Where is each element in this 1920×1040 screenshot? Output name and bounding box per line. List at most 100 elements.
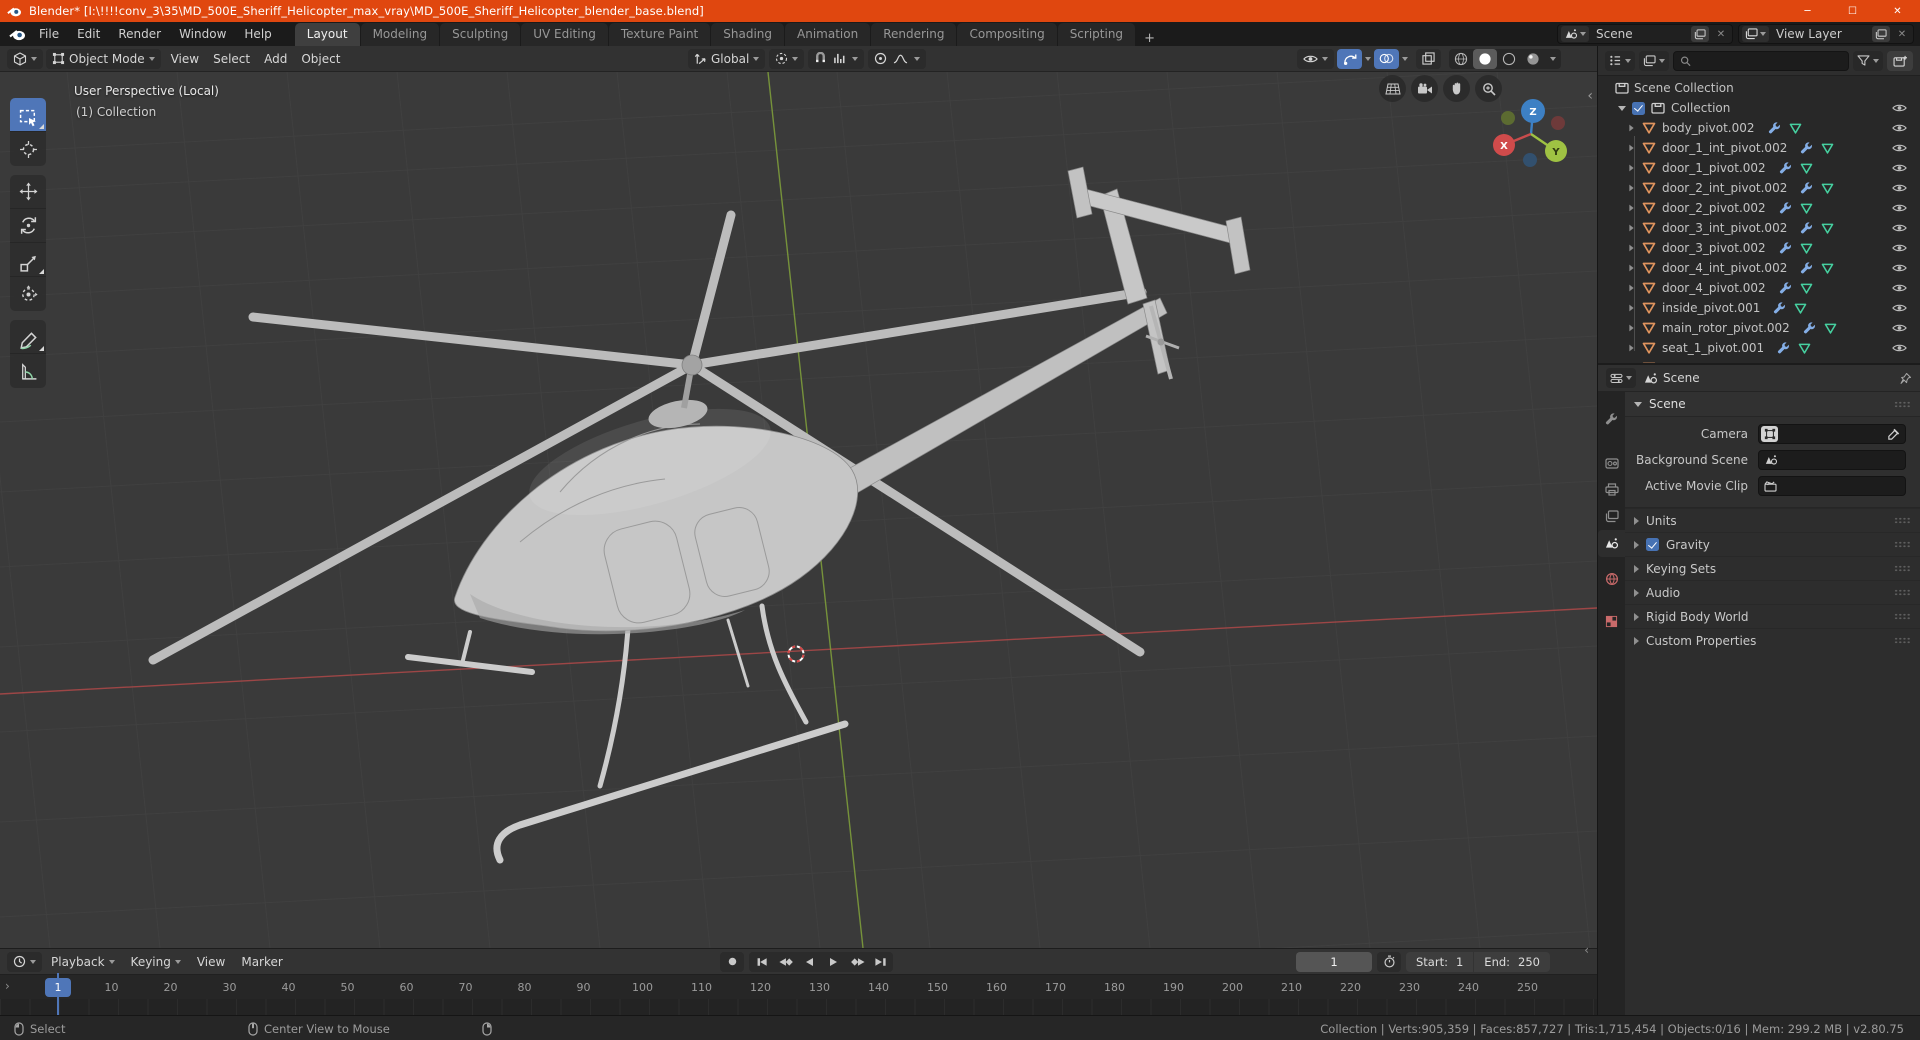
outliner-object-row[interactable]: main_rotor_pivot.002 (1598, 318, 1920, 338)
workspace-tab[interactable]: Shading (711, 23, 784, 46)
expand-triangle-icon[interactable] (1629, 144, 1634, 152)
hide-eye-icon[interactable] (1892, 163, 1907, 173)
rigid-body-world-panel-header[interactable]: Rigid Body World (1625, 604, 1920, 628)
chevron-down-icon[interactable] (852, 56, 859, 61)
current-frame-field[interactable]: 1 (1296, 951, 1372, 972)
hide-eye-icon[interactable] (1892, 183, 1907, 193)
panel-drag-grip[interactable] (1894, 400, 1911, 408)
viewport-menu-item[interactable]: Add (257, 52, 294, 66)
marker-menu[interactable]: Marker (234, 955, 289, 969)
gizmos-toggle[interactable] (1337, 48, 1362, 69)
editor-type-button[interactable] (7, 48, 43, 69)
mesh-data-icon[interactable] (1789, 123, 1802, 134)
gizmos-dropdown-chevron[interactable] (1365, 56, 1371, 61)
view-layer-icon-chip[interactable] (1742, 26, 1769, 42)
gravity-panel-header[interactable]: Gravity (1625, 532, 1920, 556)
measure-tool[interactable] (10, 354, 46, 388)
hide-eye-icon[interactable] (1892, 103, 1907, 113)
tab-world[interactable] (1598, 565, 1625, 592)
object-name[interactable]: door_3_int_pivot.002 (1658, 221, 1792, 235)
expand-triangle-icon[interactable] (1629, 264, 1634, 272)
outliner-filter-button[interactable] (1853, 50, 1883, 71)
mesh-data-icon[interactable] (1821, 143, 1834, 154)
move-tool[interactable] (10, 175, 46, 209)
camera-view-button[interactable] (1411, 75, 1438, 102)
view-layer-name[interactable]: View Layer (1773, 27, 1868, 41)
keying-menu[interactable]: Keying (124, 955, 188, 969)
modifier-wrench-icon[interactable] (1773, 302, 1786, 315)
new-view-layer-button[interactable] (1872, 26, 1890, 42)
unlink-scene-button[interactable]: ✕ (1713, 26, 1729, 42)
expand-triangle-icon[interactable] (1629, 324, 1634, 332)
ruler-expand-arrow[interactable]: › (5, 979, 10, 993)
tab-output[interactable] (1598, 476, 1625, 503)
panel-drag-grip[interactable] (1894, 589, 1911, 596)
camera-input[interactable] (1758, 424, 1906, 444)
cursor-tool[interactable] (10, 132, 46, 166)
workspace-tab[interactable]: Compositing (957, 23, 1057, 46)
partial-object-row[interactable] (1598, 358, 1920, 363)
object-name[interactable]: inside_pivot.001 (1658, 301, 1765, 315)
snap-magnet-icon[interactable] (814, 52, 827, 65)
shading-dropdown-chevron[interactable] (1550, 56, 1556, 61)
mesh-data-icon[interactable] (1821, 223, 1834, 234)
hide-eye-icon[interactable] (1892, 303, 1907, 313)
record-button[interactable] (720, 951, 744, 972)
workspace-tab[interactable]: Scripting (1057, 23, 1136, 46)
hide-eye-icon[interactable] (1892, 283, 1907, 293)
navigation-gizmo[interactable]: Z X Y (1491, 84, 1571, 172)
eyedropper-icon[interactable] (1887, 428, 1900, 441)
modifier-wrench-icon[interactable] (1777, 342, 1790, 355)
menu-item[interactable]: Edit (68, 22, 109, 46)
mode-dropdown[interactable]: Object Mode (46, 48, 161, 69)
custom-properties-panel-header[interactable]: Custom Properties (1625, 628, 1920, 652)
menu-item[interactable]: Render (109, 22, 170, 46)
viewport-menu-item[interactable]: View (164, 52, 206, 66)
workspace-tab[interactable]: Modeling (360, 23, 440, 46)
proportional-edit-icon[interactable] (874, 52, 887, 65)
pan-view-button[interactable] (1443, 75, 1470, 102)
overlays-toggle[interactable] (1374, 48, 1399, 69)
collection-checkbox[interactable] (1632, 101, 1645, 115)
transform-tool[interactable] (10, 277, 46, 311)
mesh-data-icon[interactable] (1798, 343, 1811, 354)
pin-icon[interactable] (1899, 372, 1912, 385)
hide-eye-icon[interactable] (1892, 223, 1907, 233)
workspace-tab[interactable]: Rendering (871, 23, 957, 46)
object-name[interactable]: seat_1_pivot.001 (1658, 341, 1769, 355)
modifier-wrench-icon[interactable] (1800, 142, 1813, 155)
track-collapse-arrow[interactable]: ‹ (1584, 943, 1589, 957)
new-scene-button[interactable] (1691, 26, 1709, 42)
jump-to-start-button[interactable] (749, 952, 773, 972)
remove-view-layer-button[interactable]: ✕ (1894, 26, 1910, 42)
viewport-3d-canvas[interactable]: User Perspective (Local) (1) Collection (0, 72, 1597, 948)
mesh-data-icon[interactable] (1800, 203, 1813, 214)
workspace-tab[interactable]: Sculpting (440, 23, 521, 46)
collection-row[interactable]: Collection (1598, 98, 1920, 118)
object-name[interactable]: door_4_int_pivot.002 (1658, 261, 1792, 275)
scene-selector-icon-chip[interactable] (1561, 26, 1589, 42)
properties-editor-type-button[interactable] (1606, 368, 1636, 388)
object-name[interactable]: body_pivot.002 (1658, 121, 1760, 135)
keying-sets-panel-header[interactable]: Keying Sets (1625, 556, 1920, 580)
play-button[interactable] (821, 952, 845, 972)
outliner-object-row[interactable]: door_2_pivot.002 (1598, 198, 1920, 218)
expand-triangle-icon[interactable] (1629, 244, 1634, 252)
current-frame-indicator[interactable]: 1 (45, 978, 71, 997)
object-name[interactable]: door_1_int_pivot.002 (1658, 141, 1792, 155)
scale-tool[interactable] (10, 243, 46, 277)
view-menu[interactable]: View (190, 955, 232, 969)
expand-triangle-icon[interactable] (1629, 304, 1634, 312)
jump-to-end-button[interactable] (869, 952, 893, 972)
panel-drag-grip[interactable] (1894, 637, 1911, 644)
expand-triangle-icon[interactable] (1629, 164, 1634, 172)
object-name[interactable]: main_rotor_pivot.002 (1658, 321, 1795, 335)
menu-item[interactable]: Window (170, 22, 235, 46)
hide-eye-icon[interactable] (1892, 323, 1907, 333)
panel-drag-grip[interactable] (1894, 613, 1911, 620)
start-frame-field[interactable]: Start: 1 (1406, 951, 1474, 972)
mesh-data-icon[interactable] (1794, 303, 1807, 314)
close-button[interactable]: ✕ (1875, 0, 1920, 22)
end-frame-field[interactable]: End: 250 (1474, 951, 1550, 972)
object-name[interactable]: door_2_pivot.002 (1658, 201, 1771, 215)
